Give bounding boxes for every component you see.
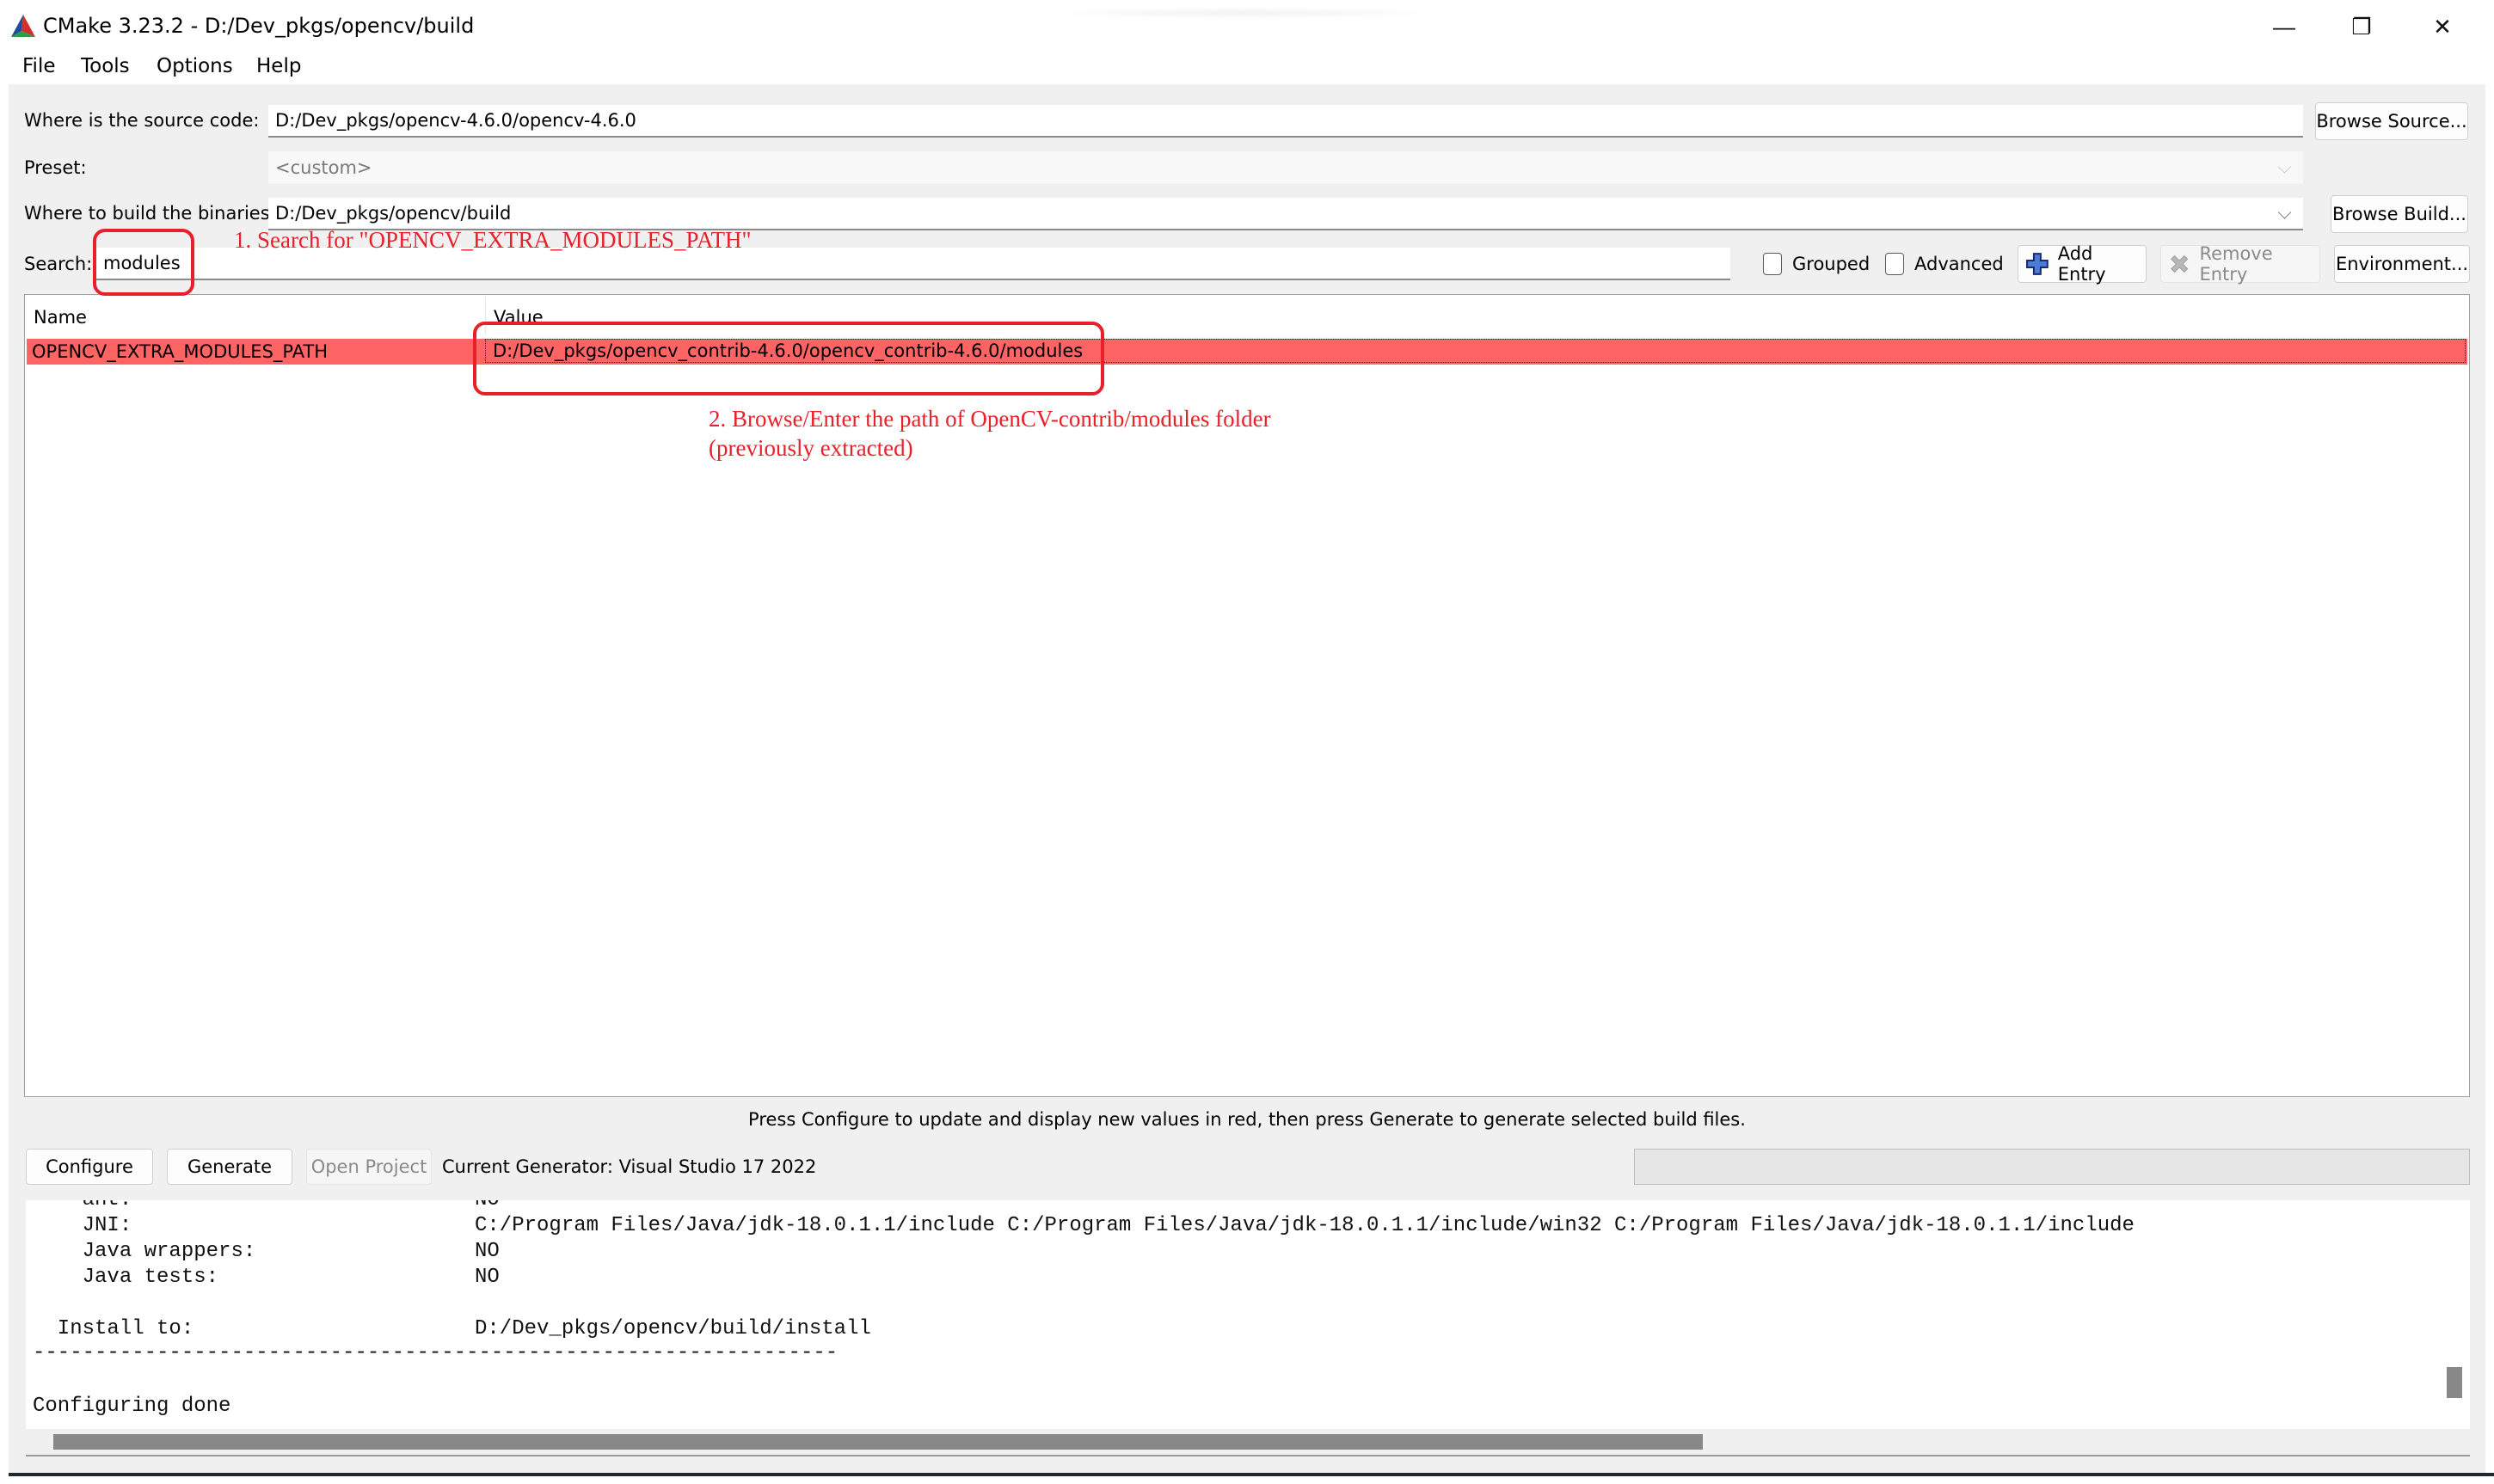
log-key: Install to: [33, 1317, 194, 1340]
grouped-label: Grouped [1792, 254, 1870, 274]
remove-entry-label: Remove Entry [2199, 243, 2273, 285]
advanced-checkbox[interactable] [1885, 253, 1904, 275]
status-text: Press Configure to update and display ne… [748, 1109, 1746, 1130]
minimize-icon: — [2273, 13, 2295, 40]
title-shadow [1041, 7, 1445, 19]
preset-label: Preset: [24, 157, 87, 178]
menu-options[interactable]: Options [157, 55, 233, 77]
log-horizontal-scrollbar-thumb[interactable] [53, 1434, 1703, 1450]
minimize-button[interactable]: — [2250, 5, 2319, 48]
search-label: Search: [24, 254, 93, 274]
annotation-value-highlight [473, 322, 1104, 396]
log-value: D:/Dev_pkgs/opencv/build/install [475, 1317, 871, 1340]
menu-help[interactable]: Help [256, 55, 301, 77]
remove-x-icon [2171, 254, 2189, 273]
column-header-name[interactable]: Name [34, 307, 87, 328]
progress-bar [1634, 1149, 2470, 1185]
restore-button[interactable]: ❐ [2327, 5, 2396, 48]
preset-value: <custom> [275, 157, 372, 178]
log-key: Java wrappers: [33, 1240, 256, 1263]
log-vertical-scrollbar-thumb[interactable] [2447, 1367, 2462, 1398]
log-key: JNI: [33, 1214, 132, 1237]
current-generator: Current Generator: Visual Studio 17 2022 [442, 1156, 817, 1177]
annotation-step2-line2: (previously extracted) [709, 435, 913, 461]
menu-bar [0, 52, 2494, 84]
close-icon: ✕ [2433, 13, 2452, 40]
configure-button[interactable]: Configure [26, 1149, 153, 1185]
annotation-search-highlight [93, 229, 194, 296]
cmake-logo-icon [11, 15, 35, 37]
preset-combobox: <custom> [268, 151, 2303, 184]
chevron-down-icon [2277, 160, 2292, 174]
log-separator: ----------------------------------------… [33, 1341, 838, 1364]
build-path-combobox[interactable]: D:/Dev_pkgs/opencv/build [268, 198, 2303, 230]
add-entry-button[interactable]: Add Entry [2018, 243, 2147, 285]
plus-icon [2025, 253, 2049, 275]
log-value: NO [475, 1266, 500, 1289]
log-horizontal-scrollbar[interactable] [26, 1429, 2470, 1456]
log-value: C:/Program Files/Java/jdk-18.0.1.1/inclu… [475, 1214, 2135, 1237]
environment-button[interactable]: Environment... [2334, 245, 2470, 283]
log-value: NO [475, 1200, 500, 1211]
menu-file[interactable]: File [22, 55, 56, 77]
close-button[interactable]: ✕ [2408, 5, 2477, 48]
add-entry-label: Add Entry [2057, 243, 2106, 285]
log-value: NO [475, 1240, 500, 1263]
generate-button[interactable]: Generate [167, 1149, 292, 1185]
log-key: ant: [33, 1200, 132, 1211]
remove-entry-button: Remove Entry [2160, 243, 2320, 285]
source-label: Where is the source code: [24, 110, 260, 131]
annotation-step1: 1. Search for "OPENCV_EXTRA_MODULES_PATH… [234, 227, 752, 253]
grouped-checkbox[interactable] [1763, 253, 1782, 275]
build-label: Where to build the binaries: [24, 203, 276, 224]
log-final-line: Configuring done [33, 1395, 231, 1418]
window-bottom-border [9, 1473, 2494, 1476]
table-row[interactable]: OPENCV_EXTRA_MODULES_PATH D:/Dev_pkgs/op… [27, 339, 2467, 365]
chevron-down-icon[interactable] [2277, 205, 2292, 219]
source-path-input[interactable]: D:/Dev_pkgs/opencv-4.6.0/opencv-4.6.0 [268, 105, 2303, 138]
menu-tools[interactable]: Tools [81, 55, 130, 77]
output-log[interactable]: ant: NO JNI: C:/Program Files/Java/jdk-1… [26, 1200, 2470, 1432]
build-path-value: D:/Dev_pkgs/opencv/build [275, 203, 512, 224]
restore-icon: ❐ [2351, 13, 2372, 40]
open-project-button: Open Project [306, 1149, 432, 1185]
window-title: CMake 3.23.2 - D:/Dev_pkgs/opencv/build [43, 14, 475, 38]
advanced-label: Advanced [1914, 254, 2004, 274]
log-key: Java tests: [33, 1266, 219, 1289]
browse-build-button[interactable]: Browse Build... [2331, 195, 2468, 233]
row-name[interactable]: OPENCV_EXTRA_MODULES_PATH [32, 341, 328, 362]
annotation-step2-line1: 2. Browse/Enter the path of OpenCV-contr… [709, 406, 1271, 432]
browse-source-button[interactable]: Browse Source... [2315, 102, 2468, 140]
source-path-value: D:/Dev_pkgs/opencv-4.6.0/opencv-4.6.0 [275, 110, 636, 131]
